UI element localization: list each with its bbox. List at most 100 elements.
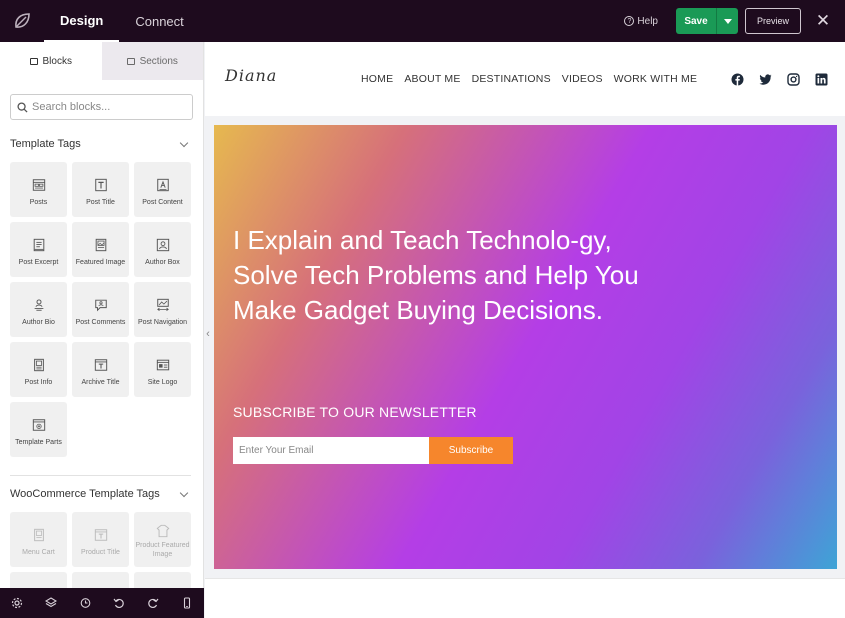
group-template-tags[interactable]: Template Tags [0,136,203,152]
site-header[interactable]: Diana HOME ABOUT ME DESTINATIONS VIDEOS … [205,42,845,116]
site-logo[interactable]: Diana [225,66,277,85]
instagram-icon[interactable] [787,73,800,86]
block-posts[interactable]: Posts [10,162,67,217]
search-box [10,94,193,120]
mobile-preview-icon[interactable] [180,596,194,610]
block-label: Post Excerpt [18,259,59,266]
post-comments-icon [94,299,107,312]
block-author-bio[interactable]: Author Bio [10,282,67,337]
blocks-sidebar: Blocks Sections Template Tags Posts Post… [0,42,204,588]
block-post-navigation[interactable]: Post Navigation [134,282,191,337]
redo-icon[interactable] [146,596,160,610]
search-icon [17,101,28,113]
close-icon[interactable]: ✕ [815,11,831,31]
subscribe-button[interactable]: Subscribe [429,437,513,464]
twitter-icon[interactable] [759,73,772,86]
block-label: Post Navigation [137,319,188,326]
nav-home[interactable]: HOME [361,73,393,85]
bottom-toolbar [0,588,204,618]
posts-icon [32,179,45,191]
help-label: Help [637,15,658,27]
block-label: Author Bio [22,319,55,326]
block-label: Product Featured Image [135,542,190,558]
block-menu-cart[interactable]: Menu Cart [10,512,67,567]
help-icon: ? [624,16,635,26]
save-button[interactable]: Save [676,8,716,34]
sidebar-tabs: Blocks Sections [0,42,203,80]
post-navigation-icon [156,298,169,312]
product-title-icon [94,529,107,541]
tab-blocks-label: Blocks [42,55,72,67]
block-template-parts[interactable]: Template Parts [10,402,67,457]
block-label: Author Box [145,259,180,266]
author-box-icon [156,238,169,252]
newsletter-title[interactable]: SUBSCRIBE TO OUR NEWSLETTER [233,404,477,420]
group-woocommerce-template-tags[interactable]: WooCommerce Template Tags [0,486,203,502]
tab-design[interactable]: Design [44,0,120,42]
hero-section[interactable]: I Explain and Teach Technolo-gy, Solve T… [214,125,837,569]
group-title: Template Tags [10,138,81,150]
block-product-title[interactable]: Product Title [72,512,129,567]
chevron-down-icon[interactable] [179,138,189,147]
post-content-icon [156,178,169,192]
history-icon[interactable] [78,596,92,610]
block-label: Featured Image [75,259,126,266]
save-options-button[interactable] [716,8,738,34]
linkedin-icon[interactable] [815,73,828,86]
post-title-icon [94,178,107,192]
layers-icon[interactable] [44,596,58,610]
block-post-comments[interactable]: Post Comments [72,282,129,337]
block-label: Menu Cart [22,549,55,556]
block-label: Post Info [24,379,53,386]
social-icons [731,73,828,86]
block-product-featured-image[interactable]: Product Featured Image [134,512,191,567]
block-label: Site Logo [147,379,178,386]
search-input[interactable] [32,101,182,113]
block-label: Post Title [86,199,115,206]
undo-icon[interactable] [112,596,126,610]
block-post-excerpt[interactable]: Post Excerpt [10,222,67,277]
help-link[interactable]: ? Help [624,16,658,27]
woocommerce-grid: Menu Cart Product Title Product Featured… [0,512,203,588]
author-bio-icon [34,299,43,311]
block-featured-image[interactable]: Featured Image [72,222,129,277]
block-post-content[interactable]: Post Content [134,162,191,217]
facebook-icon[interactable] [731,73,744,86]
tab-sections[interactable]: Sections [101,42,203,80]
block-post-title[interactable]: Post Title [72,162,129,217]
email-input[interactable] [233,437,429,464]
block-label: Product Title [81,549,120,556]
post-info-icon [33,358,44,372]
block-post-info[interactable]: Post Info [10,342,67,397]
nav-videos[interactable]: VIDEOS [562,73,603,85]
block-site-logo[interactable]: Site Logo [134,342,191,397]
block-placeholder[interactable] [72,572,129,588]
next-section[interactable] [205,578,845,618]
block-author-box[interactable]: Author Box [134,222,191,277]
template-tags-grid: Posts Post Title Post Content Post Excer… [0,162,203,457]
collapse-sidebar-icon[interactable]: ‹ [204,326,212,342]
tab-sections-label: Sections [139,55,178,67]
site-logo-icon [156,359,169,371]
save-group: Save [676,8,738,34]
product-featured-image-icon [156,524,169,538]
preview-button[interactable]: Preview [745,8,801,34]
divider [10,475,191,476]
nav-destinations[interactable]: DESTINATIONS [472,73,551,85]
block-archive-title[interactable]: Archive Title [72,342,129,397]
settings-icon[interactable] [10,596,24,610]
post-excerpt-icon [33,238,44,252]
sections-icon [126,57,135,65]
block-placeholder[interactable] [134,572,191,588]
seedprod-logo-icon[interactable] [0,0,44,42]
tab-blocks[interactable]: Blocks [0,42,102,80]
tab-connect[interactable]: Connect [119,0,199,42]
nav-about-me[interactable]: ABOUT ME [404,73,460,85]
block-label: Archive Title [81,379,120,386]
caret-down-icon [723,18,732,24]
chevron-down-icon[interactable] [179,488,189,497]
hero-title[interactable]: I Explain and Teach Technolo-gy, Solve T… [233,223,673,328]
block-placeholder[interactable] [10,572,67,588]
group-title: WooCommerce Template Tags [10,488,160,500]
nav-work-with-me[interactable]: WORK WITH ME [614,73,697,85]
